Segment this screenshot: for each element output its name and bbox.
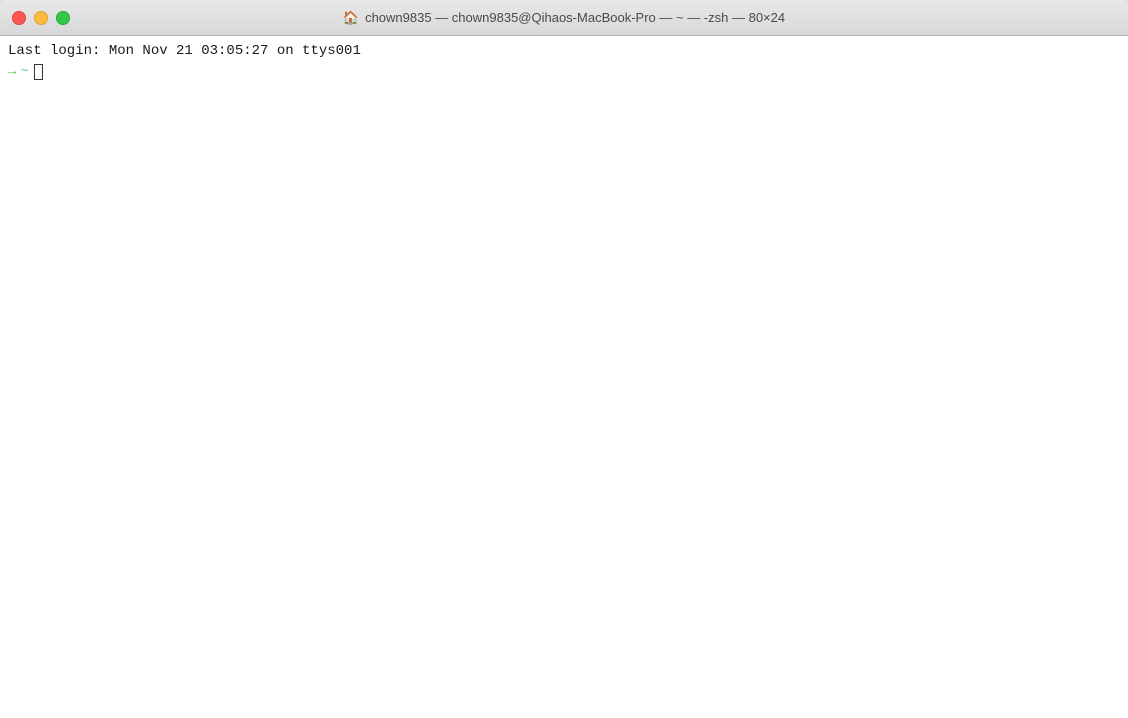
close-button[interactable] bbox=[12, 11, 26, 25]
last-login-line: Last login: Mon Nov 21 03:05:27 on ttys0… bbox=[8, 42, 1120, 62]
window-buttons bbox=[12, 11, 70, 25]
terminal-body[interactable]: Last login: Mon Nov 21 03:05:27 on ttys0… bbox=[0, 36, 1128, 718]
prompt-line: → ~ bbox=[8, 64, 1120, 80]
maximize-button[interactable] bbox=[56, 11, 70, 25]
prompt-arrow: → bbox=[8, 64, 16, 80]
title-text: 🏠 chown9835 — chown9835@Qihaos-MacBook-P… bbox=[343, 10, 785, 26]
title-bar: 🏠 chown9835 — chown9835@Qihaos-MacBook-P… bbox=[0, 0, 1128, 36]
window-title: chown9835 — chown9835@Qihaos-MacBook-Pro… bbox=[365, 10, 785, 25]
cursor bbox=[34, 64, 43, 80]
terminal-window: 🏠 chown9835 — chown9835@Qihaos-MacBook-P… bbox=[0, 0, 1128, 718]
minimize-button[interactable] bbox=[34, 11, 48, 25]
prompt-tilde: ~ bbox=[20, 64, 28, 80]
home-icon: 🏠 bbox=[343, 10, 359, 26]
